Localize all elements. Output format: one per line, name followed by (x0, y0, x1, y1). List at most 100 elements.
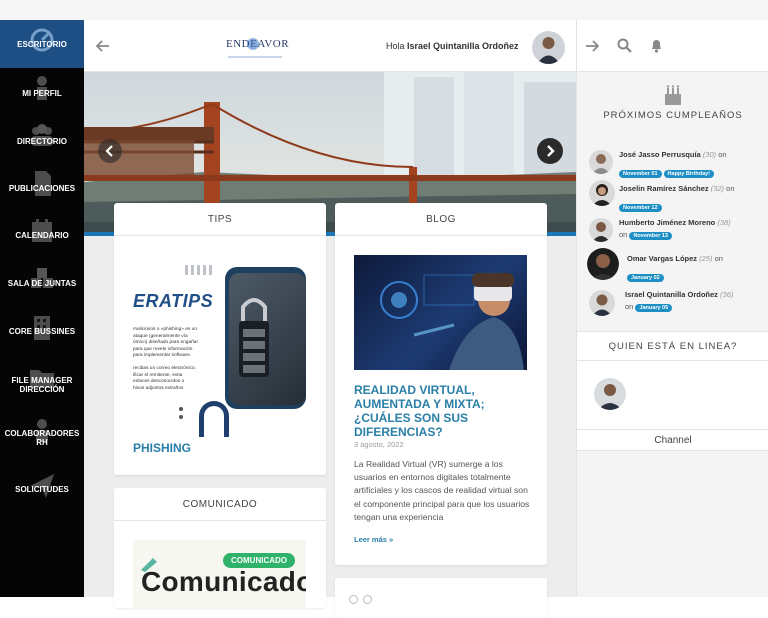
decorative-dot (179, 415, 183, 419)
padlock-icon (239, 298, 269, 377)
avatar (589, 290, 615, 316)
birthday-date-badge: November 01 (619, 170, 662, 178)
sidebar-item-label: DIRECTORIO (16, 137, 68, 146)
laptop-image (225, 267, 306, 409)
birthday-badges: on November 13 (619, 230, 674, 240)
tips-card-title: TIPS (114, 203, 326, 236)
avatar-person-icon (598, 384, 622, 410)
online-users-list (577, 361, 768, 429)
sidebar-item-label: SOLICITUDES (15, 485, 69, 494)
decorative-arch (199, 401, 229, 437)
comunicado-card: COMUNICADO COMUNICADO Comunicado (114, 488, 326, 610)
read-more-link[interactable]: Leer más » (354, 535, 393, 544)
avatar[interactable] (594, 378, 626, 410)
avatar-person-icon (592, 184, 612, 206)
avatar (589, 180, 615, 206)
back-arrow-icon[interactable] (96, 39, 110, 53)
happy-birthday-badge: Happy Birthday! (663, 170, 715, 178)
birthday-badges: January 02 (627, 266, 666, 284)
channel-button[interactable]: Channel (577, 429, 768, 451)
avatar (589, 150, 613, 174)
chevron-right-icon (547, 145, 555, 157)
decorative-bars (185, 265, 215, 275)
blog-post-title[interactable]: REALIDAD VIRTUAL, AUMENTADA Y MIXTA; ¿CU… (354, 383, 534, 439)
circle-icon (349, 595, 358, 604)
next-card (335, 578, 547, 618)
search-icon[interactable] (617, 38, 632, 53)
tips-image-heading: ERATIPS (133, 291, 214, 311)
birthday-date-badge: November 13 (629, 232, 672, 240)
blog-image[interactable] (354, 255, 527, 370)
sidebar-item-label: SALA DE JUNTAS (7, 279, 77, 288)
comunicado-image-text: Comunicado (141, 566, 306, 597)
comunicado-card-title: COMUNICADO (114, 488, 326, 521)
person-name: Joselin Ramírez Sánchez (619, 184, 709, 193)
avatar-person-icon (592, 154, 610, 174)
birthday-badges: on January 05 (625, 302, 674, 312)
tips-card: TIPS ERATIPS maliciosos o «phishing» es … (114, 203, 326, 475)
circle-icon (363, 595, 372, 604)
sidebar-item-label: CORE BUSSINES (8, 327, 76, 336)
birthday-person: Joselin Ramírez Sánchez (32) on (619, 184, 735, 193)
vr-headset-image (380, 273, 524, 370)
avatar (587, 248, 619, 280)
slider-prev-button[interactable] (98, 139, 122, 163)
blog-post-excerpt: La Realidad Virtual (VR) sumerge a los u… (354, 459, 530, 522)
avatar-person-icon (537, 37, 560, 64)
sidebar-item-solicitudes[interactable]: SOLICITUDES (0, 470, 84, 510)
sidebar-item-escritorio[interactable]: ESCRITORIO (0, 20, 84, 68)
birthday-date-badge: January 05 (635, 304, 673, 312)
person-name: José Jasso Perrusquía (619, 150, 701, 159)
greeting-label: Hola (386, 41, 405, 51)
sidebar-item-mi-perfil[interactable]: MI PERFIL (0, 70, 84, 116)
birthday-date-badge: January 02 (627, 274, 664, 282)
birthdays-title: PRÓXIMOS CUMPLEAÑOS (603, 110, 743, 121)
avatar-person-icon (587, 248, 619, 280)
sidebar-item-directorio[interactable]: DIRECTORIO (0, 118, 84, 164)
user-name: Israel Quintanilla Ordoñez (407, 41, 519, 51)
decorative-dot (179, 407, 183, 411)
person-name: Israel Quintanilla Ordoñez (625, 290, 718, 299)
person-name: Humberto Jiménez Moreno (619, 218, 716, 227)
logo-underline (228, 56, 282, 58)
user-greeting: Hola Israel Quintanilla Ordoñez (386, 41, 519, 51)
tips-post-title[interactable]: PHISHING (133, 441, 191, 455)
avatar[interactable] (532, 31, 565, 64)
sidebar-item-label: COLABORADORES RH (4, 429, 80, 447)
forward-arrow-icon[interactable] (585, 39, 599, 53)
avatar-person-icon (592, 222, 610, 242)
browser-top-strip (0, 0, 768, 20)
right-panel: PRÓXIMOS CUMPLEAÑOS José Jasso Perrusquí… (576, 20, 768, 597)
sidebar-item-label: MI PERFIL (22, 89, 62, 98)
birthday-item[interactable]: Israel Quintanilla Ordoñez (36) on Janua… (577, 284, 768, 324)
birthday-person: José Jasso Perrusquía (30) on (619, 150, 727, 159)
bell-icon[interactable] (650, 39, 663, 53)
globe-icon (247, 38, 259, 50)
sidebar-item-file-manager[interactable]: FILE MANAGER DIRECCIÓN (0, 358, 84, 414)
birthday-person: Omar Vargas López (25) on (627, 254, 723, 263)
sidebar-item-publicaciones[interactable]: PUBLICACIONES (0, 166, 84, 212)
tips-image-body: maliciosos o «phishing» es un ataque (ge… (133, 327, 199, 391)
birthday-cake-icon (665, 85, 681, 105)
person-name: Omar Vargas López (627, 254, 698, 263)
sidebar-item-label: PUBLICACIONES (8, 184, 76, 193)
sidebar-item-colaboradores-rh[interactable]: COLABORADORES RH (0, 414, 84, 470)
sidebar-item-sala-de-juntas[interactable]: SALA DE JUNTAS (0, 262, 84, 308)
company-logo[interactable]: ENDEAVOR (226, 36, 289, 66)
birthday-person: Israel Quintanilla Ordoñez (36) (625, 290, 734, 299)
sidebar-item-label: ESCRITORIO (17, 40, 67, 49)
blog-card-title: BLOG (335, 203, 547, 236)
sidebar-item-core-bussines[interactable]: CORE BUSSINES (0, 310, 84, 356)
tips-image[interactable]: ERATIPS maliciosos o «phishing» es un at… (133, 255, 306, 437)
right-toolbar (577, 20, 768, 72)
sidebar-item-label: FILE MANAGER DIRECCIÓN (11, 376, 73, 394)
slider-next-button[interactable] (537, 138, 563, 164)
sidebar-item-label: CALENDARIO (15, 231, 69, 240)
birthday-person: Humberto Jiménez Moreno (38) (619, 218, 731, 227)
top-header: ENDEAVOR Hola Israel Quintanilla Ordoñez (84, 20, 576, 72)
blog-card: BLOG REALIDAD VIRTUAL, AUMENTADA Y MIXTA… (335, 203, 547, 565)
birthday-date-badge: November 12 (619, 204, 662, 212)
sidebar-item-calendario[interactable]: CALENDARIO (0, 214, 84, 260)
blog-post-date: 3 agosto, 2022 (354, 440, 404, 449)
comunicado-image[interactable]: COMUNICADO Comunicado (133, 540, 306, 610)
